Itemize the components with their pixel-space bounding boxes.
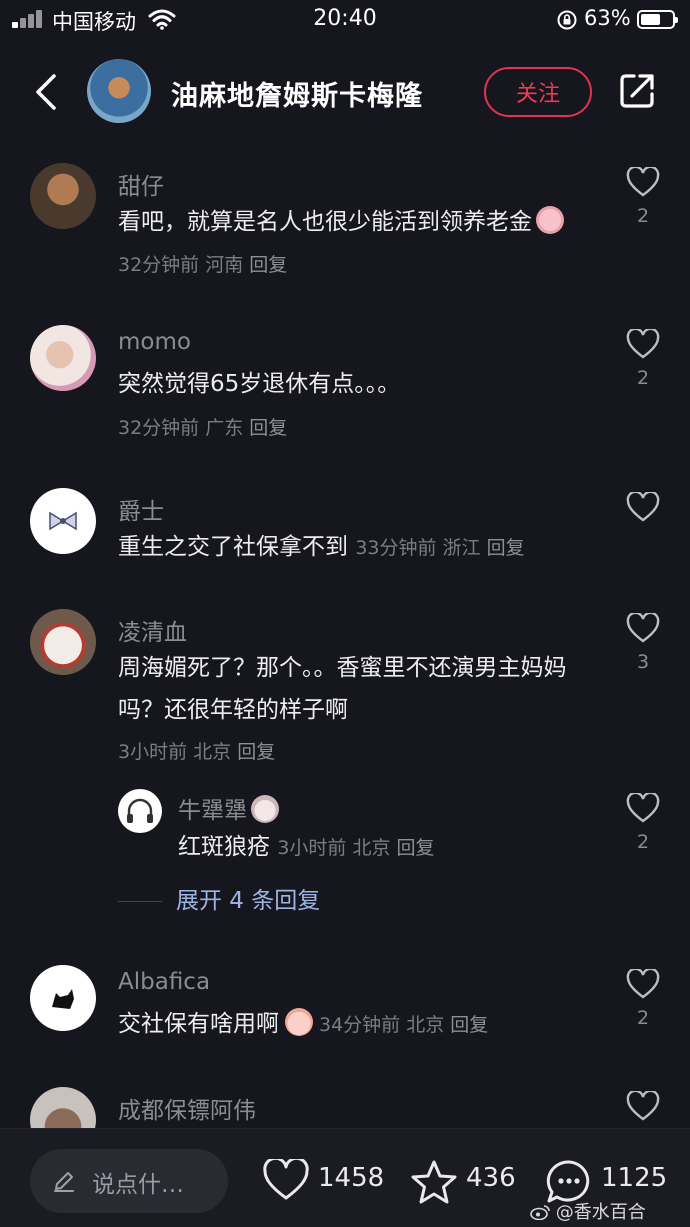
heart-icon[interactable] xyxy=(626,793,660,823)
cat-icon xyxy=(52,989,74,1009)
like-count: 2 xyxy=(636,1007,650,1029)
commenter-avatar[interactable] xyxy=(30,965,96,1031)
comment-item: 爵士 重生之交了社保拿不到 33分钟前 浙江 回复 xyxy=(0,488,690,568)
headphones-icon xyxy=(127,798,153,823)
comment-item: 成都保镖阿伟 xyxy=(0,1087,690,1128)
comment-text: 周海媚死了？那个。。香蜜里不还演男主妈妈吗？还很年轻的样子啊 xyxy=(118,655,567,723)
like-count: 2 xyxy=(636,367,650,389)
bow-icon xyxy=(49,511,77,531)
heart-icon[interactable] xyxy=(626,167,660,197)
like-count: 2 xyxy=(636,831,650,853)
comment-item: 甜仔 看吧，就算是名人也很少能活到领养老金 32分钟前 河南 回复 2 xyxy=(0,163,690,293)
comment-meta: 34分钟前 北京 回复 xyxy=(319,1014,489,1036)
reply-meta: 3小时前 北京 回复 xyxy=(277,837,435,859)
follow-button[interactable]: 关注 xyxy=(484,67,592,117)
comment-meta: 32分钟前 广东 回复 xyxy=(118,417,288,439)
like-total: 1458 xyxy=(318,1163,385,1193)
comment-meta: 33分钟前 浙江 回复 xyxy=(355,537,525,559)
commenter-name[interactable]: 爵士 xyxy=(118,492,164,526)
like-count: 2 xyxy=(636,205,650,227)
smile-emoji-icon xyxy=(285,1008,313,1036)
comment-like[interactable]: 3 xyxy=(624,613,662,673)
favorite-total: 436 xyxy=(466,1163,516,1193)
author-name[interactable]: 油麻地詹姆斯卡梅隆 xyxy=(171,74,423,113)
status-bar: 中国移动 20:40 63% xyxy=(0,0,690,40)
heart-icon[interactable] xyxy=(626,969,660,999)
weibo-watermark: @香水百合6392 xyxy=(530,1198,690,1227)
heart-icon[interactable] xyxy=(626,613,660,643)
cow-emoji-icon xyxy=(251,795,279,823)
reply-author[interactable]: 牛犟犟 xyxy=(178,791,279,825)
commenter-avatar[interactable] xyxy=(30,163,96,229)
reply-avatar[interactable] xyxy=(118,789,162,833)
heart-icon[interactable] xyxy=(262,1156,310,1201)
like-button[interactable]: 1458 xyxy=(262,1156,385,1203)
commenter-name[interactable]: Albafica xyxy=(118,969,210,995)
comments-button[interactable]: 1125 xyxy=(545,1159,675,1203)
comment-body: 看吧，就算是名人也很少能活到领养老金 32分钟前 河南 回复 xyxy=(118,201,588,286)
reply-body: 红斑狼疮 3小时前 北京 回复 xyxy=(178,829,435,866)
star-icon[interactable] xyxy=(410,1159,458,1205)
comment-item: Albafica 交社保有啥用啊 34分钟前 北京 回复 2 xyxy=(0,965,690,1045)
commenter-avatar[interactable] xyxy=(30,325,96,391)
author-avatar[interactable] xyxy=(87,59,151,123)
like-count: 3 xyxy=(636,651,650,673)
comment-meta: 32分钟前 河南 回复 xyxy=(118,254,288,276)
reply-link[interactable]: 回复 xyxy=(249,254,287,276)
comment-text: 突然觉得65岁退休有点。。。 xyxy=(118,371,401,397)
expand-replies-link[interactable]: 展开 4 条回复 xyxy=(118,881,320,915)
comment-body: 重生之交了社保拿不到 33分钟前 浙江 回复 xyxy=(118,526,588,569)
comment-item: momo 突然觉得65岁退休有点。。。 32分钟前 广东 回复 2 xyxy=(0,325,690,445)
pen-icon xyxy=(54,1172,74,1192)
rotation-lock-icon xyxy=(557,10,577,30)
commenter-name[interactable]: momo xyxy=(118,329,191,355)
comment-meta: 3小时前 北京 回复 xyxy=(118,741,276,763)
weibo-logo-icon xyxy=(530,1205,550,1221)
comment-text: 看吧，就算是名人也很少能活到领养老金 xyxy=(118,209,532,235)
commenter-avatar[interactable] xyxy=(30,1087,96,1128)
reply-like[interactable]: 2 xyxy=(624,793,662,853)
heart-icon[interactable] xyxy=(626,492,660,522)
battery-icon xyxy=(637,10,678,29)
comment-item: 凌清血 周海媚死了？那个。。香蜜里不还演男主妈妈吗？还很年轻的样子啊 3小时前 … xyxy=(0,609,690,919)
comment-like[interactable]: 2 xyxy=(624,969,662,1029)
heart-icon[interactable] xyxy=(626,1091,660,1121)
heart-icon[interactable] xyxy=(626,329,660,359)
commenter-avatar[interactable] xyxy=(30,609,96,675)
divider xyxy=(118,901,162,902)
commenter-name[interactable]: 凌清血 xyxy=(118,613,187,647)
comment-like[interactable] xyxy=(624,492,662,522)
comment-body: 交社保有啥用啊 34分钟前 北京 回复 xyxy=(118,1003,588,1046)
comment-total: 1125 xyxy=(601,1163,668,1193)
battery-percent: 63% xyxy=(584,6,631,30)
reply-link[interactable]: 回复 xyxy=(450,1014,488,1036)
comment-input-placeholder: 说点什… xyxy=(92,1172,184,1198)
reply-link[interactable]: 回复 xyxy=(397,837,435,859)
share-icon[interactable] xyxy=(618,72,656,110)
commenter-name[interactable]: 成都保镖阿伟 xyxy=(118,1091,256,1125)
reply-link[interactable]: 回复 xyxy=(237,741,275,763)
comment-text: 重生之交了社保拿不到 xyxy=(118,534,348,560)
back-button[interactable] xyxy=(26,70,66,114)
crying-emoji-icon xyxy=(536,206,564,234)
comment-input[interactable]: 说点什… xyxy=(30,1149,228,1213)
page-header: 油麻地詹姆斯卡梅隆 关注 xyxy=(0,52,690,132)
reply-link[interactable]: 回复 xyxy=(487,537,525,559)
reply-text: 红斑狼疮 xyxy=(178,834,270,860)
comment-like[interactable] xyxy=(624,1091,662,1121)
commenter-name[interactable]: 甜仔 xyxy=(118,167,164,201)
commenter-avatar[interactable] xyxy=(30,488,96,554)
comment-like[interactable]: 2 xyxy=(624,329,662,389)
comment-like[interactable]: 2 xyxy=(624,167,662,227)
favorite-button[interactable]: 436 xyxy=(410,1159,520,1205)
comment-text: 交社保有啥用啊 xyxy=(118,1011,279,1037)
reply-link[interactable]: 回复 xyxy=(249,417,287,439)
